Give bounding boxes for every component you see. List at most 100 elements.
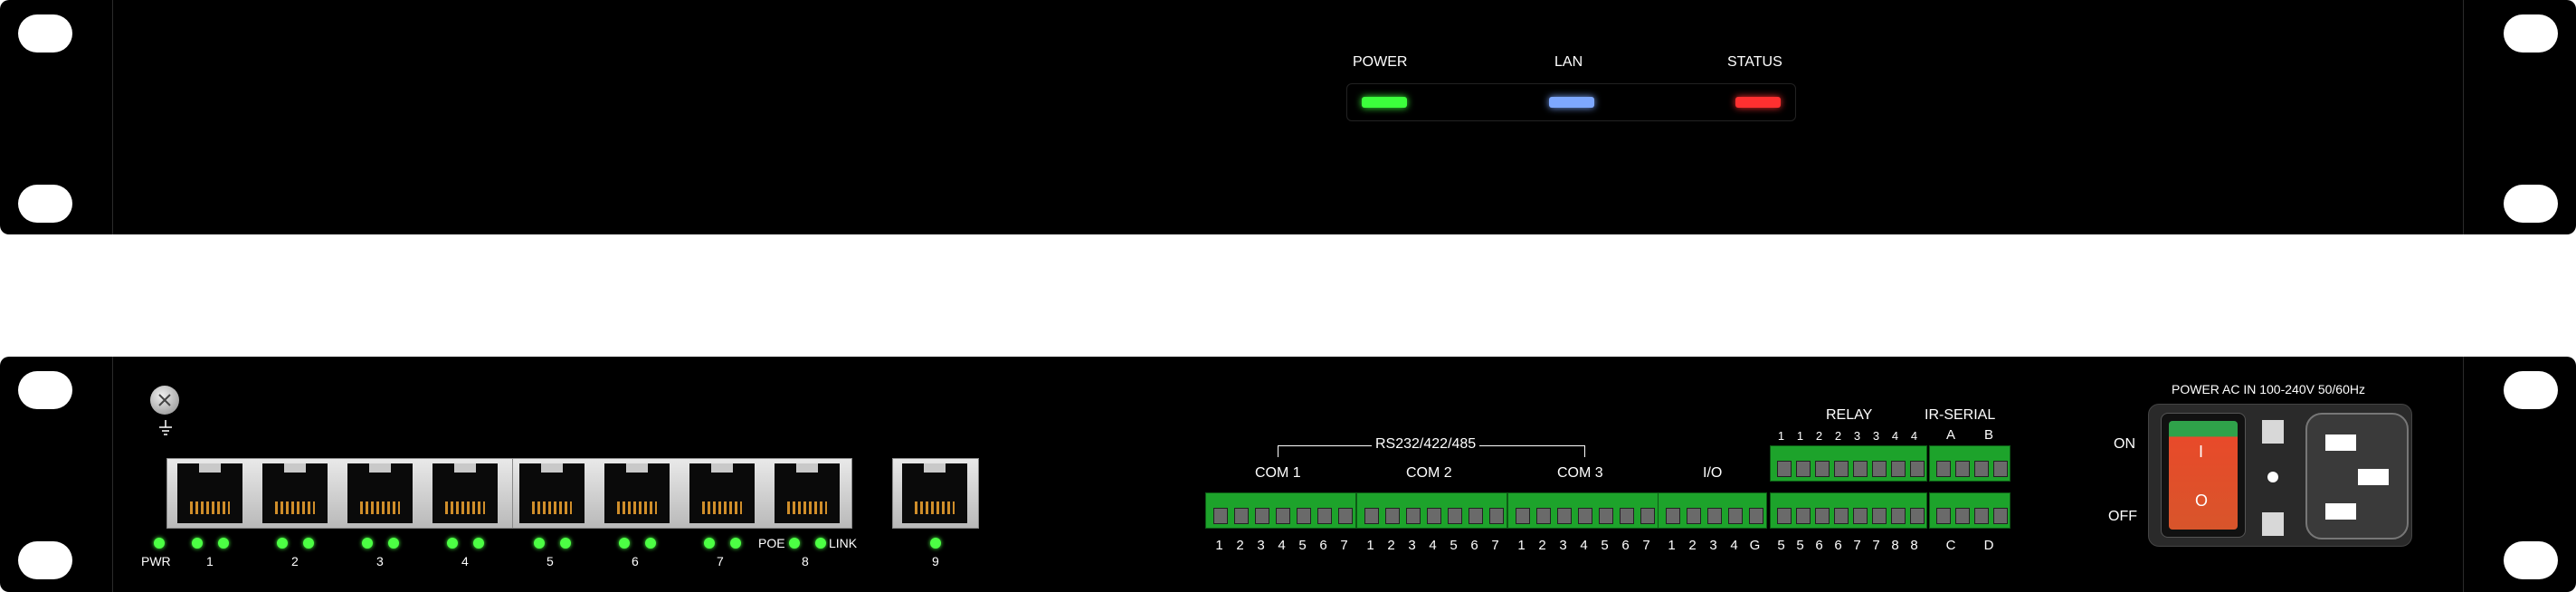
ir-serial-terminal-block-top[interactable]: [1929, 445, 2010, 482]
ground-screw-icon: [150, 386, 179, 415]
terminal-pin: [1748, 508, 1763, 524]
pin-label: 2: [1834, 429, 1842, 443]
terminal-pin: [1384, 508, 1400, 524]
terminal-pin: [1814, 461, 1830, 477]
ethernet-port-6[interactable]: [604, 463, 670, 523]
pin-label: 1: [1366, 538, 1374, 553]
pin-label: 2: [1815, 429, 1823, 443]
pin-label: 4: [1278, 538, 1286, 553]
com1-terminal-block[interactable]: [1205, 492, 1356, 529]
terminal-pin: [1275, 508, 1290, 524]
ir-serial-terminal-block-bottom[interactable]: [1929, 492, 2010, 529]
ir-serial-top-pin-labels: A B: [1932, 427, 2008, 443]
ethernet-port-7[interactable]: [689, 463, 755, 523]
power-on-label: ON: [2114, 436, 2135, 452]
pin-label: 7: [1853, 538, 1861, 553]
terminal-pin: [1598, 508, 1613, 524]
ethernet-port-8[interactable]: [775, 463, 840, 523]
ethernet-port-2[interactable]: [262, 463, 328, 523]
terminal-pin: [1212, 508, 1228, 524]
iec-power-inlet[interactable]: [2305, 413, 2409, 539]
terminal-pin: [1852, 461, 1868, 477]
com3-terminal-block[interactable]: [1507, 492, 1659, 529]
pin-label: 2: [1387, 538, 1395, 553]
com2-terminal-block[interactable]: [1356, 492, 1507, 529]
relay-terminal-block-bottom[interactable]: [1770, 492, 1927, 529]
terminal-pin: [1935, 508, 1951, 524]
inlet-pin: [2358, 469, 2389, 485]
terminal-pin: [1871, 461, 1887, 477]
pin-label: 7: [1872, 538, 1880, 553]
pin-label: C: [1945, 538, 1956, 553]
pin-label: 5: [1796, 538, 1804, 553]
pin-label: 3: [1709, 538, 1717, 553]
terminal-pin: [1665, 508, 1680, 524]
pin-label: 4: [1891, 429, 1899, 443]
rack-mount-slot: [2504, 14, 2558, 53]
terminal-pin: [1833, 461, 1849, 477]
lan-indicator-led: [1549, 97, 1594, 108]
terminal-pin: [1954, 508, 1970, 524]
relay-bottom-pin-labels: 5 5 6 6 7 7 8 8: [1772, 538, 1924, 553]
com1-label: COM 1: [1255, 465, 1301, 481]
io-terminal-block[interactable]: [1658, 492, 1767, 529]
port-label-6: 6: [632, 554, 639, 568]
rack-mount-slot: [18, 541, 72, 579]
terminal-pin: [1727, 508, 1743, 524]
port-led: [619, 538, 630, 549]
pin-label: 7: [1642, 538, 1650, 553]
link-label: LINK: [829, 536, 858, 550]
uplink-led: [930, 538, 941, 549]
relay-terminal-block-top[interactable]: [1770, 445, 1927, 482]
poe-led: [789, 538, 800, 549]
pin-label: 2: [1236, 538, 1244, 553]
pwr-led: [154, 538, 165, 549]
terminal-pin: [1337, 508, 1353, 524]
com3-label: COM 3: [1557, 465, 1603, 481]
terminal-pin: [1468, 508, 1483, 524]
port-led: [447, 538, 458, 549]
ir-serial-bottom-pin-labels: C D: [1932, 538, 2008, 553]
port-label-1: 1: [206, 554, 214, 568]
power-switch[interactable]: I O: [2161, 413, 2246, 538]
rack-mount-slot: [2504, 185, 2558, 223]
power-indicator-label: POWER: [1353, 54, 1408, 70]
ethernet-port-1[interactable]: [177, 463, 242, 523]
ethernet-port-9[interactable]: [902, 463, 967, 523]
ethernet-port-3[interactable]: [347, 463, 413, 523]
terminal-pin: [1852, 508, 1868, 524]
ground-symbol-icon: [157, 420, 174, 441]
rack-mount-slot: [2504, 371, 2558, 409]
pin-label: 5: [1298, 538, 1307, 553]
pin-label: 1: [1668, 538, 1676, 553]
rack-mount-slot: [18, 371, 72, 409]
com3-pin-labels: 1 2 3 4 5 6 7: [1511, 538, 1657, 553]
port-label-5: 5: [547, 554, 554, 568]
terminal-pin: [1909, 508, 1925, 524]
terminal-pin: [1577, 508, 1592, 524]
switch-on-mark: I: [2199, 443, 2204, 461]
port-label-8: 8: [802, 554, 809, 568]
ethernet-port-5[interactable]: [519, 463, 585, 523]
port-led: [534, 538, 545, 549]
terminal-pin: [1296, 508, 1311, 524]
uplink-port-label: 9: [932, 554, 939, 568]
ir-serial-label: IR-SERIAL: [1925, 407, 1996, 423]
power-switch-rocker[interactable]: I O: [2169, 421, 2238, 530]
terminal-pin: [1909, 461, 1925, 477]
rack-mount-slot: [18, 14, 72, 53]
terminal-pin: [1640, 508, 1655, 524]
io-label: I/O: [1703, 465, 1723, 481]
pin-label: 2: [1538, 538, 1546, 553]
pin-label: 1: [1517, 538, 1526, 553]
port-led: [192, 538, 203, 549]
terminal-pin: [1890, 461, 1906, 477]
terminal-pin: [1706, 508, 1722, 524]
terminal-pin: [1833, 508, 1849, 524]
status-indicator-label: STATUS: [1727, 54, 1782, 70]
pin-label: 4: [1429, 538, 1437, 553]
ethernet-port-4[interactable]: [433, 463, 498, 523]
pin-label: 6: [1834, 538, 1842, 553]
fuse-holder: [2262, 420, 2284, 444]
terminal-pin: [1426, 508, 1441, 524]
